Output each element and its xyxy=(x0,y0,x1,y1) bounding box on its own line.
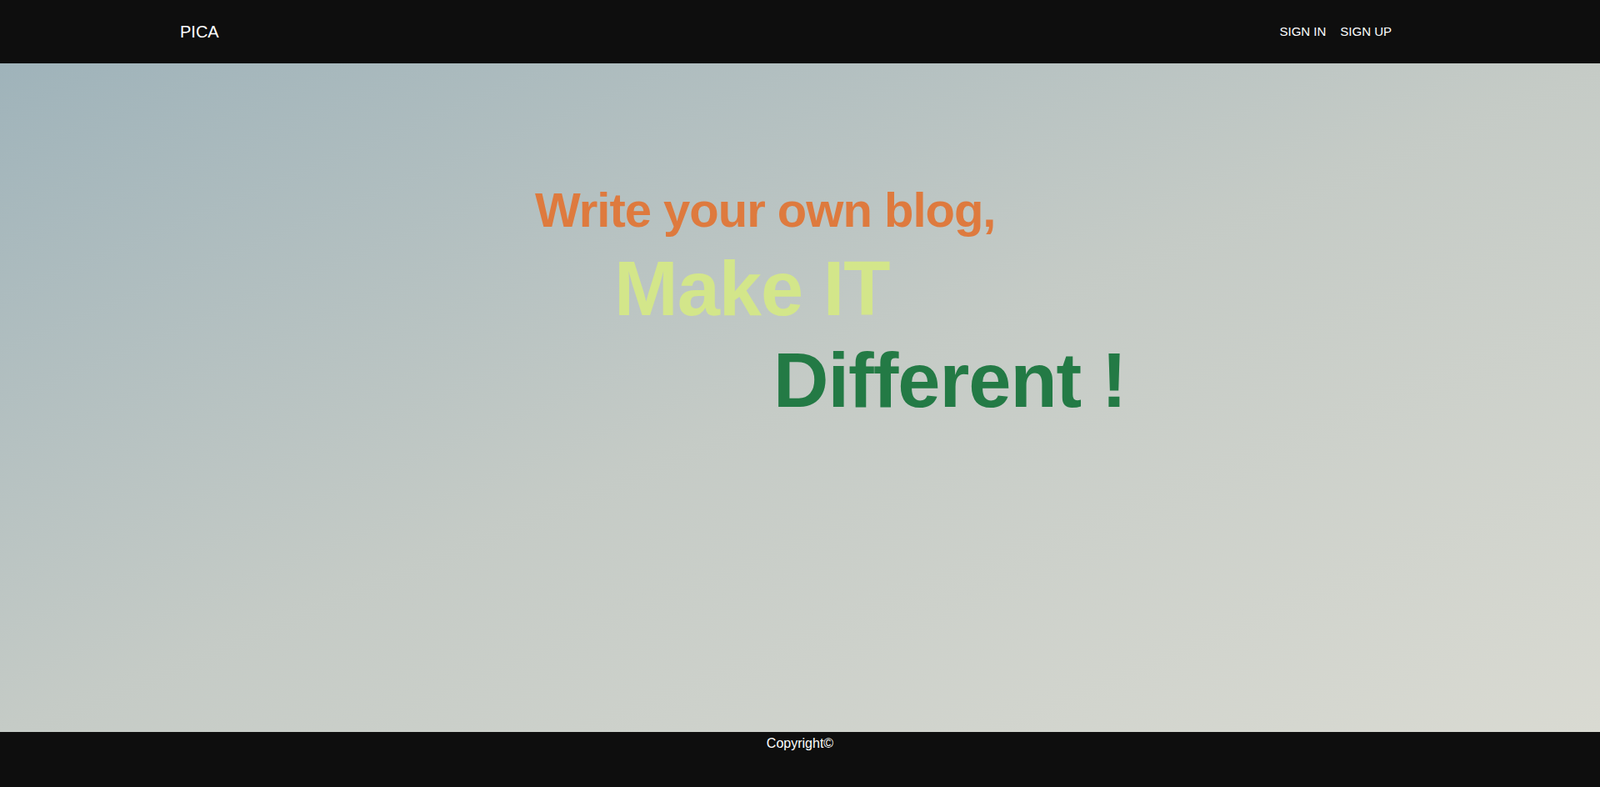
hero: Write your own blog, Make ITDifferent ! xyxy=(0,63,1600,732)
footer: Copyright© xyxy=(0,731,1600,787)
hero-line: Write your own blog, xyxy=(535,183,1600,237)
page: PICA SIGN IN SIGN UP Write your own blog, Ma… xyxy=(0,0,1600,787)
header: PICA SIGN IN SIGN UP xyxy=(0,0,1600,64)
nav: SIGN IN SIGN UP xyxy=(1279,22,1392,42)
hero-line: Make IT xyxy=(614,246,1600,330)
copyright: Copyright© xyxy=(766,733,834,787)
nav-link[interactable]: SIGN UP xyxy=(1340,22,1392,42)
hero-line: Different ! xyxy=(773,338,1600,422)
logo[interactable]: PICA xyxy=(180,19,220,45)
nav-link[interactable]: SIGN IN xyxy=(1279,22,1326,42)
